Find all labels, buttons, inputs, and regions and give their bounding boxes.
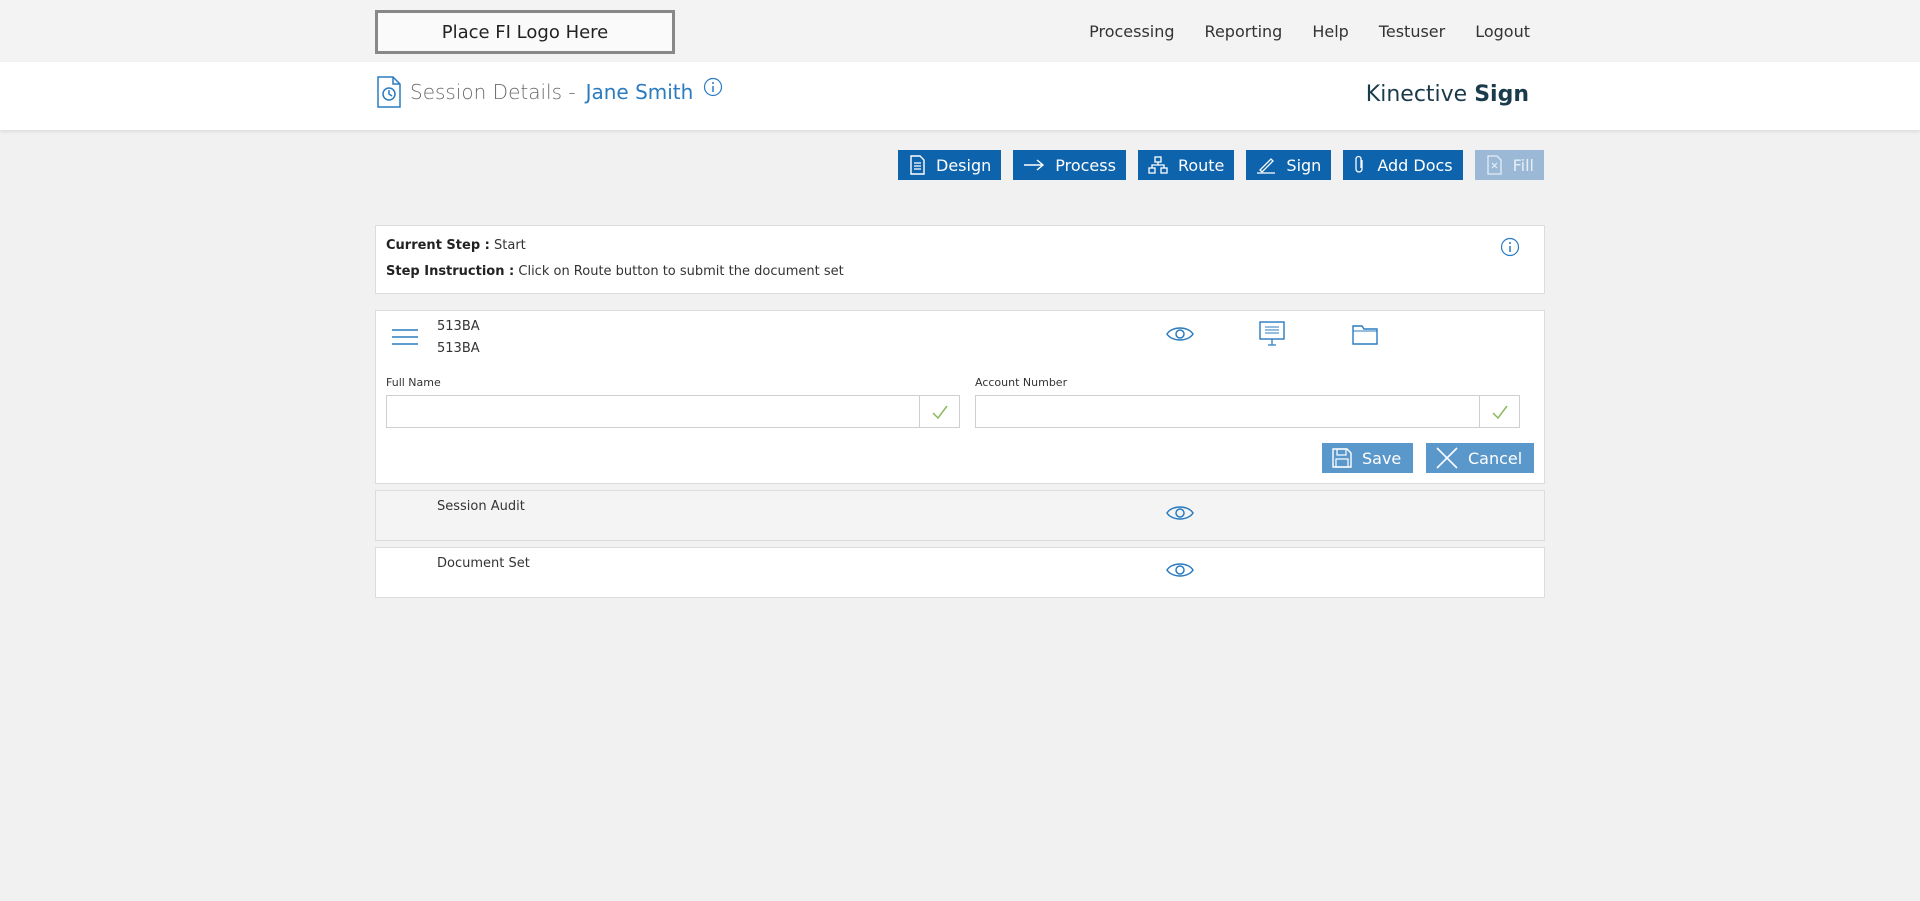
sign-button[interactable]: Sign — [1246, 150, 1332, 180]
cancel-label: Cancel — [1468, 448, 1523, 468]
full-name-field — [386, 395, 960, 428]
nav-user[interactable]: Testuser — [1379, 22, 1445, 41]
presentation-icon[interactable] — [1259, 321, 1285, 347]
check-icon — [1491, 405, 1508, 419]
eye-icon[interactable] — [1166, 561, 1194, 579]
fill-button[interactable]: Fill — [1474, 150, 1544, 180]
fill-icon — [1486, 155, 1502, 175]
cancel-button[interactable]: Cancel — [1426, 443, 1535, 473]
sign-label: Sign — [1286, 155, 1322, 175]
session-history-icon — [377, 76, 401, 108]
info-icon[interactable] — [1500, 237, 1520, 257]
brand-bold: Sign — [1474, 82, 1529, 107]
current-step-label: Current Step : — [386, 238, 490, 253]
process-label: Process — [1055, 155, 1116, 175]
page-header: Session Details - Jane Smith Kinective S… — [0, 62, 1920, 130]
top-nav: Processing Reporting Help Testuser Logou… — [1089, 22, 1530, 41]
eye-icon[interactable] — [1166, 325, 1194, 343]
document-set-row[interactable]: Document Set — [375, 547, 1545, 598]
arrow-right-icon — [1024, 159, 1045, 171]
step-instruction-label: Step Instruction : — [386, 264, 515, 279]
session-audit-row[interactable]: Session Audit — [375, 490, 1545, 541]
save-button[interactable]: Save — [1322, 443, 1414, 473]
route-button[interactable]: Route — [1137, 150, 1235, 180]
current-step: Current Step : Start — [386, 238, 526, 253]
full-name-confirm[interactable] — [919, 396, 959, 427]
document-id-secondary: 513BA — [437, 341, 480, 356]
folder-icon[interactable] — [1352, 323, 1378, 345]
nav-logout[interactable]: Logout — [1475, 22, 1530, 41]
design-label: Design — [936, 155, 992, 175]
account-number-label: Account Number — [975, 376, 1068, 389]
full-name-input[interactable] — [387, 396, 919, 427]
account-number-confirm[interactable] — [1479, 396, 1519, 427]
full-name-label: Full Name — [386, 376, 441, 389]
close-icon — [1436, 447, 1458, 469]
logo-text: Place FI Logo Here — [441, 21, 609, 43]
process-button[interactable]: Process — [1013, 150, 1126, 180]
step-instruction: Step Instruction : Click on Route button… — [386, 264, 844, 279]
add-docs-label: Add Docs — [1377, 155, 1453, 175]
save-icon — [1332, 448, 1352, 468]
paperclip-icon — [1355, 155, 1363, 173]
document-set-label: Document Set — [437, 556, 530, 571]
customer-name: Jane Smith — [585, 80, 694, 104]
info-icon[interactable] — [703, 77, 723, 97]
action-toolbar: Design Process Route Sign Add Docs Fill — [898, 150, 1544, 180]
hamburger-menu-icon[interactable] — [392, 327, 418, 347]
step-panel: Current Step : Start Step Instruction : … — [375, 225, 1545, 294]
current-step-value: Start — [494, 238, 526, 253]
eye-icon[interactable] — [1166, 504, 1194, 522]
nav-processing[interactable]: Processing — [1089, 22, 1174, 41]
route-label: Route — [1177, 155, 1225, 175]
pen-icon — [1257, 158, 1276, 174]
document-panel: 513BA 513BA Full Name Account Number Sav… — [375, 310, 1545, 484]
top-bar: Place FI Logo Here Processing Reporting … — [0, 0, 1920, 62]
session-audit-label: Session Audit — [437, 499, 525, 514]
page-title: Session Details - Jane Smith — [376, 76, 723, 108]
design-button[interactable]: Design — [898, 150, 1002, 180]
save-label: Save — [1362, 448, 1402, 468]
account-number-input[interactable] — [976, 396, 1479, 427]
nav-help[interactable]: Help — [1312, 22, 1348, 41]
route-icon — [1148, 156, 1168, 174]
document-id: 513BA — [437, 319, 480, 334]
design-icon — [910, 155, 925, 175]
fill-label: Fill — [1512, 155, 1534, 175]
check-icon — [931, 405, 948, 419]
add-docs-button[interactable]: Add Docs — [1343, 150, 1463, 180]
page-title-text: Session Details - — [410, 80, 576, 104]
step-instruction-value: Click on Route button to submit the docu… — [518, 264, 844, 279]
brand-light: Kinective — [1365, 82, 1468, 107]
nav-reporting[interactable]: Reporting — [1205, 22, 1283, 41]
account-number-field — [975, 395, 1520, 428]
fi-logo-placeholder: Place FI Logo Here — [375, 10, 675, 54]
brand-logo: Kinective Sign — [1366, 82, 1529, 107]
